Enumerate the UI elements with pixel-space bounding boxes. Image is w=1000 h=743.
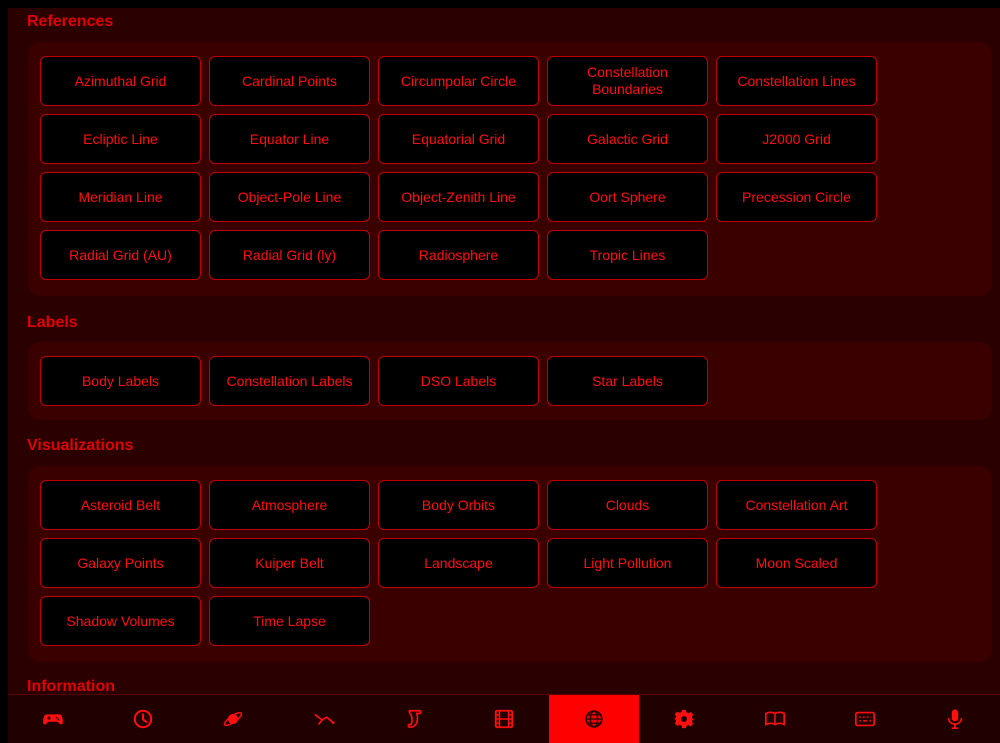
gamepad-icon: [43, 714, 63, 725]
toggle-equatorial-grid[interactable]: Equatorial Grid: [378, 114, 539, 164]
toggle-radiosphere[interactable]: Radiosphere: [378, 230, 539, 280]
film-icon: [494, 709, 514, 729]
tab-bar: [8, 694, 1000, 743]
status-bar: [0, 0, 1000, 8]
visualizations-grid: Asteroid Belt Atmosphere Body Orbits Clo…: [40, 480, 877, 646]
keyboard-icon: [854, 711, 875, 727]
tab-layers[interactable]: [549, 695, 640, 743]
tab-keyboard[interactable]: [820, 695, 910, 743]
references-grid: Azimuthal Grid Cardinal Points Circumpol…: [40, 56, 877, 280]
tab-scripts[interactable]: [369, 695, 459, 743]
toggle-galaxy-points[interactable]: Galaxy Points: [40, 538, 201, 588]
toggle-cardinal-points[interactable]: Cardinal Points: [209, 56, 370, 106]
constellation-icon: [313, 713, 335, 726]
tab-voice[interactable]: [910, 695, 1000, 743]
labels-panel: Body Labels Constellation Labels DSO Lab…: [28, 342, 992, 420]
section-title-visualizations: Visualizations: [27, 437, 134, 454]
toggle-constellation-boundaries[interactable]: Constellation Boundaries: [547, 56, 708, 106]
toggle-star-labels[interactable]: Star Labels: [547, 356, 708, 406]
labels-grid: Body Labels Constellation Labels DSO Lab…: [40, 356, 877, 406]
scroll-icon: [407, 709, 422, 729]
toggle-object-zenith-line[interactable]: Object-Zenith Line: [378, 172, 539, 222]
globe-icon: [585, 710, 603, 728]
toggle-moon-scaled[interactable]: Moon Scaled: [716, 538, 877, 588]
toggle-light-pollution[interactable]: Light Pollution: [547, 538, 708, 588]
references-panel: Azimuthal Grid Cardinal Points Circumpol…: [28, 42, 992, 296]
toggle-kuiper-belt[interactable]: Kuiper Belt: [209, 538, 370, 588]
toggle-atmosphere[interactable]: Atmosphere: [209, 480, 370, 530]
tab-time[interactable]: [98, 695, 188, 743]
toggle-body-orbits[interactable]: Body Orbits: [378, 480, 539, 530]
tab-controls[interactable]: [8, 695, 98, 743]
layers-screen: References Azimuthal Grid Cardinal Point…: [8, 8, 1000, 742]
clock-icon: [134, 709, 153, 729]
toggle-constellation-labels[interactable]: Constellation Labels: [209, 356, 370, 406]
toggle-landscape[interactable]: Landscape: [378, 538, 539, 588]
tab-media[interactable]: [459, 695, 549, 743]
toggle-radial-grid-au[interactable]: Radial Grid (AU): [40, 230, 201, 280]
toggle-object-pole-line[interactable]: Object-Pole Line: [209, 172, 370, 222]
section-title-labels: Labels: [27, 314, 78, 331]
toggle-j2000-grid[interactable]: J2000 Grid: [716, 114, 877, 164]
tab-constellations[interactable]: [279, 695, 369, 743]
section-title-references: References: [27, 13, 114, 30]
tab-settings[interactable]: [639, 695, 729, 743]
toggle-radial-grid-ly[interactable]: Radial Grid (ly): [209, 230, 370, 280]
toggle-circumpolar-circle[interactable]: Circumpolar Circle: [378, 56, 539, 106]
toggle-shadow-volumes[interactable]: Shadow Volumes: [40, 596, 201, 646]
planet-icon: [224, 711, 243, 727]
visualizations-panel: Asteroid Belt Atmosphere Body Orbits Clo…: [28, 466, 992, 662]
toggle-meridian-line[interactable]: Meridian Line: [40, 172, 201, 222]
tab-bodies[interactable]: [188, 695, 278, 743]
microphone-icon: [947, 709, 963, 729]
toggle-equator-line[interactable]: Equator Line: [209, 114, 370, 164]
toggle-tropic-lines[interactable]: Tropic Lines: [547, 230, 708, 280]
toggle-time-lapse[interactable]: Time Lapse: [209, 596, 370, 646]
tab-guides[interactable]: [729, 695, 819, 743]
toggle-dso-labels[interactable]: DSO Labels: [378, 356, 539, 406]
toggle-clouds[interactable]: Clouds: [547, 480, 708, 530]
toggle-asteroid-belt[interactable]: Asteroid Belt: [40, 480, 201, 530]
toggle-oort-sphere[interactable]: Oort Sphere: [547, 172, 708, 222]
toggle-constellation-art[interactable]: Constellation Art: [716, 480, 877, 530]
toggle-azimuthal-grid[interactable]: Azimuthal Grid: [40, 56, 201, 106]
book-icon: [764, 711, 785, 726]
toggle-precession-circle[interactable]: Precession Circle: [716, 172, 877, 222]
toggle-galactic-grid[interactable]: Galactic Grid: [547, 114, 708, 164]
gear-icon: [673, 709, 696, 729]
toggle-ecliptic-line[interactable]: Ecliptic Line: [40, 114, 201, 164]
toggle-constellation-lines[interactable]: Constellation Lines: [716, 56, 877, 106]
toggle-body-labels[interactable]: Body Labels: [40, 356, 201, 406]
